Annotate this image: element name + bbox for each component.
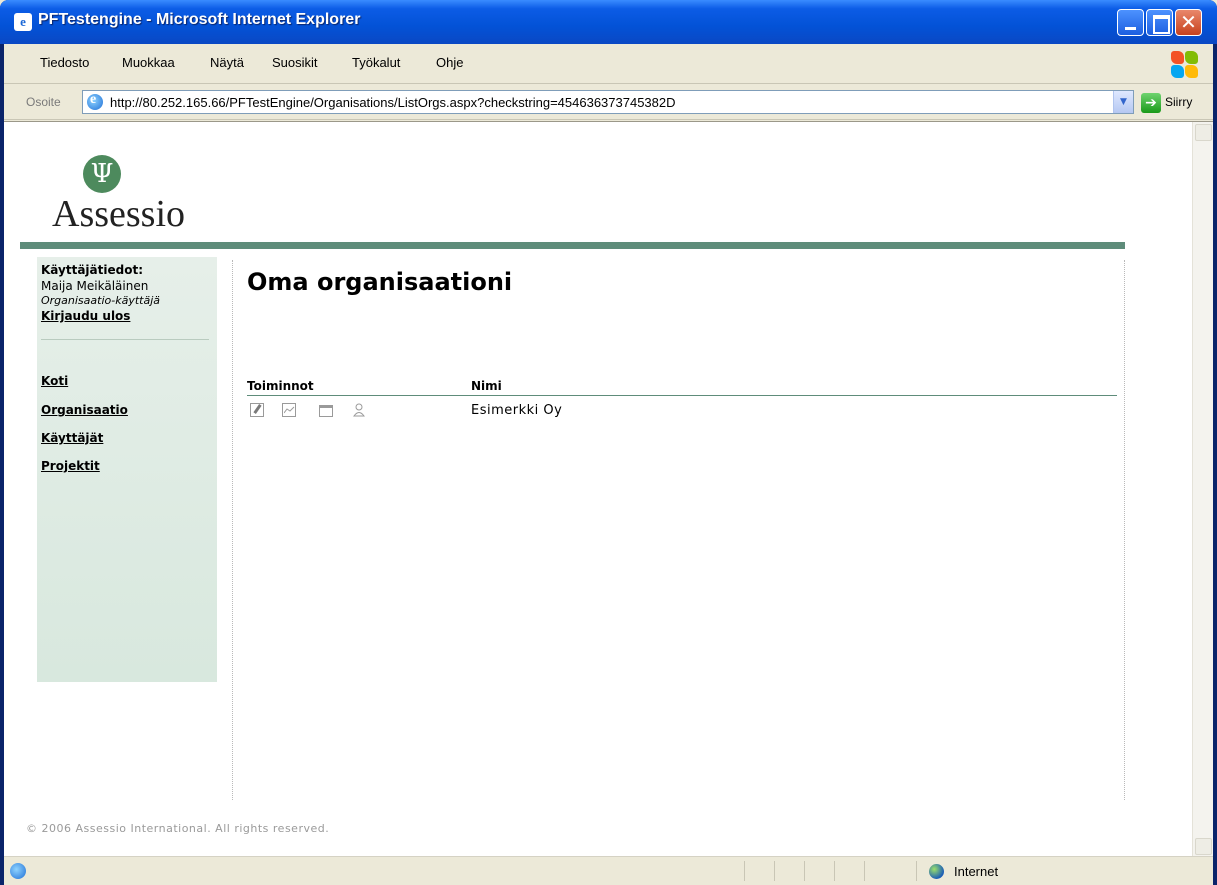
copyright-text: © 2006 Assessio International. All right… — [26, 822, 330, 835]
vertical-scrollbar[interactable] — [1192, 122, 1213, 856]
content-border-left — [232, 260, 233, 800]
user-info-label: Käyttäjätiedot: — [41, 263, 143, 277]
close-icon: ✕ — [1180, 10, 1197, 34]
maximize-icon — [1147, 10, 1172, 35]
chevron-down-icon[interactable]: ▼ — [1113, 91, 1133, 113]
go-button[interactable]: Siirry — [1165, 95, 1192, 109]
user-role: Organisaatio-käyttäjä — [41, 294, 160, 307]
status-separator — [774, 861, 775, 881]
sidebar: Käyttäjätiedot: Maija Meikäläinen Organi… — [37, 257, 217, 682]
menu-favorites[interactable]: Suosikit — [272, 55, 318, 70]
menu-help[interactable]: Ohje — [436, 55, 463, 70]
edit-icon[interactable] — [250, 403, 264, 417]
sidebar-divider — [41, 339, 209, 340]
status-separator — [744, 861, 745, 881]
windows-logo-icon — [1169, 49, 1199, 79]
header-divider — [20, 242, 1125, 249]
menu-file[interactable]: Tiedosto — [40, 55, 89, 70]
page-status-icon — [10, 863, 26, 879]
security-zone: Internet — [954, 864, 999, 879]
address-bar: Osoite http://80.252.165.66/PFTestEngine… — [4, 85, 1213, 120]
user-icon[interactable] — [352, 403, 366, 417]
organisation-name[interactable]: Esimerkki Oy — [471, 403, 562, 418]
sidebar-item-organisation[interactable]: Organisaatio — [41, 403, 128, 417]
title-bar[interactable]: e PFTestengine - Microsoft Internet Expl… — [0, 0, 1217, 44]
scroll-down-button[interactable] — [1195, 838, 1212, 855]
column-header-actions: Toiminnot — [247, 379, 314, 393]
folder-icon[interactable] — [319, 405, 333, 417]
ie-icon: e — [14, 13, 32, 31]
status-bar: Internet — [4, 856, 1213, 885]
page-viewport: Ψ Assessio Käyttäjätiedot: Maija Meikälä… — [4, 121, 1213, 856]
window-title: PFTestengine - Microsoft Internet Explor… — [38, 11, 361, 28]
minimize-icon — [1118, 10, 1143, 35]
content-border-right — [1124, 260, 1125, 800]
address-url[interactable]: http://80.252.165.66/PFTestEngine/Organi… — [110, 95, 676, 110]
minimize-button[interactable] — [1117, 9, 1144, 36]
address-label: Osoite — [26, 95, 61, 109]
address-input[interactable]: http://80.252.165.66/PFTestEngine/Organi… — [82, 90, 1134, 114]
status-separator — [834, 861, 835, 881]
close-button[interactable]: ✕ — [1175, 9, 1202, 36]
menu-edit[interactable]: Muokkaa — [122, 55, 175, 70]
status-separator — [804, 861, 805, 881]
column-header-name: Nimi — [471, 379, 502, 393]
table-header-rule — [247, 395, 1117, 396]
page-title: Oma organisaationi — [247, 268, 513, 296]
logout-link[interactable]: Kirjaudu ulos — [41, 309, 130, 323]
chart-icon[interactable] — [282, 403, 296, 417]
menu-bar: Tiedosto Muokkaa Näytä Suosikit Työkalut… — [4, 44, 1213, 84]
sidebar-item-users[interactable]: Käyttäjät — [41, 431, 103, 445]
sidebar-item-projects[interactable]: Projektit — [41, 459, 100, 473]
user-name: Maija Meikäläinen — [41, 279, 149, 293]
assessio-logo-icon: Ψ — [83, 155, 121, 193]
status-separator — [916, 861, 917, 881]
sidebar-item-home[interactable]: Koti — [41, 374, 68, 388]
menu-view[interactable]: Näytä — [210, 55, 244, 70]
browser-window: e PFTestengine - Microsoft Internet Expl… — [0, 0, 1217, 885]
go-arrow-icon[interactable]: ➔ — [1141, 93, 1161, 113]
scroll-up-button[interactable] — [1195, 124, 1212, 141]
assessio-logo-text: Assessio — [52, 193, 186, 235]
window-body: Tiedosto Muokkaa Näytä Suosikit Työkalut… — [4, 44, 1213, 885]
maximize-button[interactable] — [1146, 9, 1173, 36]
status-separator — [864, 861, 865, 881]
page-icon — [87, 92, 103, 110]
menu-tools[interactable]: Työkalut — [352, 55, 400, 70]
globe-icon — [929, 864, 944, 879]
